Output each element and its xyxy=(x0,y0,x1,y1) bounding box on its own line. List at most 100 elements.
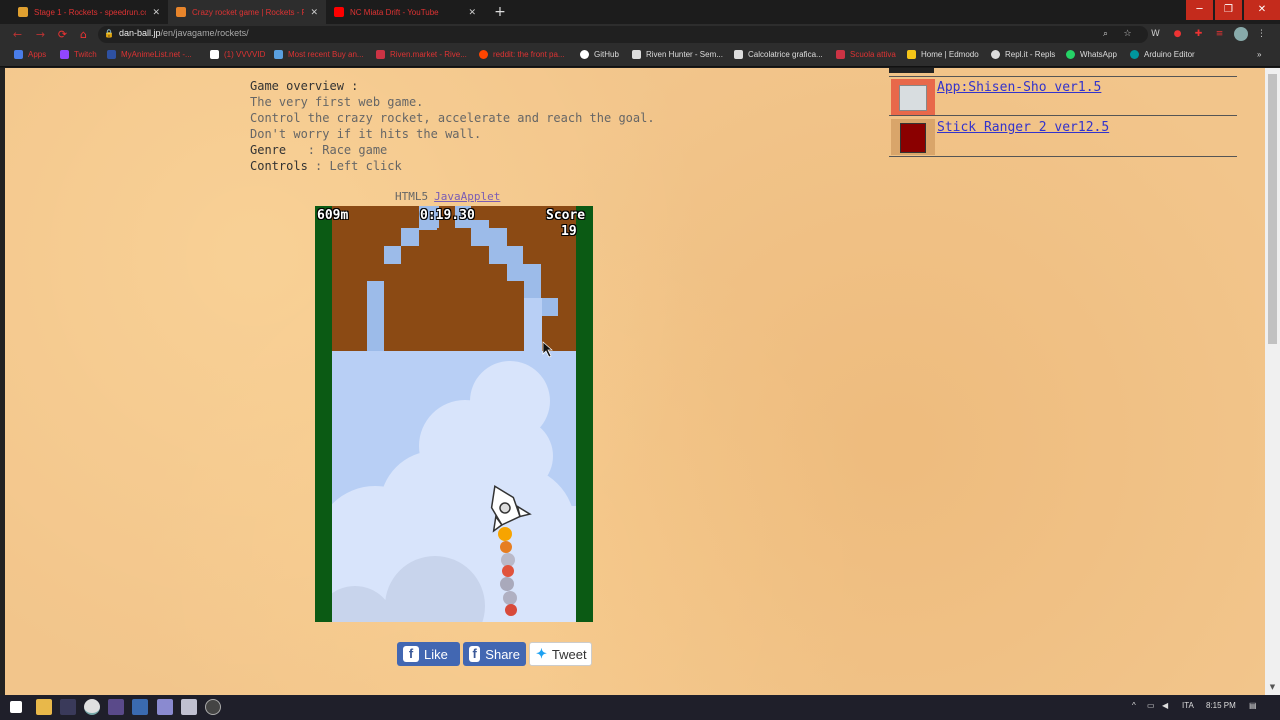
bookmark-scuola[interactable]: Scuola attiva xyxy=(836,50,896,59)
more-bookmarks-icon[interactable]: » xyxy=(1257,50,1261,59)
bookmark-apps[interactable]: Apps xyxy=(14,50,46,59)
bookmark-whatsapp[interactable]: WhatsApp xyxy=(1066,50,1117,59)
twitter-icon: ✦ xyxy=(536,646,547,661)
zoom-icon[interactable]: ⌕ xyxy=(1100,29,1111,40)
game-overview: Game overview : The very first web game.… xyxy=(250,78,655,174)
tab-title: Crazy rocket game | Rockets - F xyxy=(192,7,305,17)
bookmark-arduino[interactable]: Arduino Editor xyxy=(1130,50,1195,59)
bookmark-buy[interactable]: Most recent Buy an... xyxy=(274,50,364,59)
notifications-icon[interactable]: ▤ xyxy=(1249,701,1257,710)
bookmark-replit[interactable]: Repl.it - Repls xyxy=(991,50,1055,59)
bookmark-label: Home | Edmodo xyxy=(921,50,979,59)
overview-line: Don't worry if it hits the wall. xyxy=(250,127,482,141)
notepad-icon[interactable] xyxy=(181,699,197,715)
timer-readout: 0:19.30 xyxy=(420,208,475,223)
windows-start-icon[interactable] xyxy=(10,701,22,713)
reload-icon[interactable]: ⟳ xyxy=(55,27,70,42)
bookmark-myanimelist[interactable]: MyAnimeList.net -... xyxy=(107,50,192,59)
star-icon[interactable]: ☆ xyxy=(1122,29,1133,40)
browser-tab-strip: Stage 1 - Rockets - speedrun.co ✕ Crazy … xyxy=(0,0,1280,24)
file-explorer-icon[interactable] xyxy=(36,699,52,715)
tab-youtube[interactable]: NC Miata Drift - YouTube ✕ xyxy=(326,0,484,24)
sidebar-item-shisen-sho[interactable]: App:Shisen-Sho ver1.5 xyxy=(889,76,1237,116)
tab-rockets[interactable]: Crazy rocket game | Rockets - F ✕ xyxy=(168,0,326,24)
tile-icon xyxy=(899,85,927,111)
bookmark-label: Apps xyxy=(28,50,47,59)
address-bar[interactable]: 🔒 dan-ball.jp/en/javagame/rockets/ ⌕ ☆ xyxy=(98,26,1148,43)
facebook-icon: f xyxy=(403,646,419,662)
game-scene xyxy=(315,206,593,622)
tray-chevron-icon[interactable]: ^ xyxy=(1132,701,1136,710)
clock-app-icon[interactable] xyxy=(205,699,221,715)
restore-button[interactable]: ❐ xyxy=(1215,0,1242,20)
facebook-like-button[interactable]: f Like xyxy=(397,642,460,666)
close-icon[interactable]: ✕ xyxy=(468,7,476,18)
sidebar-item-stick-ranger[interactable]: Stick Ranger 2 ver12.5 xyxy=(889,117,1237,157)
tab-title: NC Miata Drift - YouTube xyxy=(350,7,439,17)
bookmark-label: WhatsApp xyxy=(1080,50,1117,59)
arduino-icon xyxy=(1130,50,1139,59)
edmodo-icon xyxy=(907,50,916,59)
bookmark-edmodo[interactable]: Home | Edmodo xyxy=(907,50,979,59)
graph-icon xyxy=(734,50,743,59)
avatar[interactable] xyxy=(1234,27,1248,41)
gap-left xyxy=(367,298,384,351)
home-icon[interactable]: ⌂ xyxy=(76,27,91,42)
page-edge xyxy=(0,68,5,695)
forward-icon[interactable]: → xyxy=(33,27,48,42)
close-icon[interactable]: ✕ xyxy=(310,7,318,18)
bookmark-label: Twitch xyxy=(74,50,97,59)
game-canvas[interactable]: 609m 0:19.30 Score 19 xyxy=(315,206,593,622)
app-icon[interactable] xyxy=(132,699,148,715)
java-applet-link[interactable]: JavaApplet xyxy=(434,190,500,203)
right-wall xyxy=(576,206,593,622)
sidebar-item-link[interactable]: Stick Ranger 2 ver12.5 xyxy=(937,120,1109,135)
bookmark-riven-market[interactable]: Riven.market - Rive... xyxy=(376,50,467,59)
bookmark-riven-hunter[interactable]: Riven Hunter - Sem... xyxy=(632,50,723,59)
volume-icon[interactable]: ◀ xyxy=(1162,701,1168,710)
facebook-share-button[interactable]: f Share xyxy=(463,642,526,666)
menu-icon[interactable]: ⋮ xyxy=(1256,29,1267,40)
bookmark-reddit[interactable]: reddit: the front pa... xyxy=(479,50,565,59)
language-indicator[interactable]: ITA xyxy=(1182,701,1194,710)
tab-speedrun[interactable]: Stage 1 - Rockets - speedrun.co ✕ xyxy=(10,0,168,24)
clock[interactable]: 8:15 PM xyxy=(1206,701,1236,710)
back-icon[interactable]: ← xyxy=(10,27,25,42)
riven-icon xyxy=(376,50,385,59)
network-icon[interactable]: ▭ xyxy=(1147,701,1155,710)
lock-icon: 🔒 xyxy=(104,29,114,38)
bookmark-github[interactable]: GitHub xyxy=(580,50,619,59)
scrollbar-thumb[interactable] xyxy=(1268,74,1277,344)
sidebar-item-link[interactable]: App:Shisen-Sho ver1.5 xyxy=(937,80,1101,95)
close-window-button[interactable]: ✕ xyxy=(1244,0,1280,20)
bookmark-vvvvid[interactable]: (1) VVVVID xyxy=(210,50,265,59)
like-label: Like xyxy=(424,646,448,662)
close-icon[interactable]: ✕ xyxy=(152,7,160,18)
new-tab-button[interactable]: + xyxy=(492,4,508,20)
gap-right xyxy=(524,298,542,351)
extension-icon[interactable]: ● xyxy=(1172,29,1183,40)
facebook-icon: f xyxy=(469,646,481,662)
page-scrollbar[interactable]: ▼ xyxy=(1265,68,1280,695)
url-text[interactable]: dan-ball.jp/en/javagame/rockets/ xyxy=(119,28,249,38)
game-icon xyxy=(176,7,186,17)
distance-readout: 609m xyxy=(317,208,349,223)
app-icon[interactable] xyxy=(108,699,124,715)
puzzle-icon[interactable]: ✚ xyxy=(1193,29,1204,40)
bookmark-twitch[interactable]: Twitch xyxy=(60,50,97,59)
bookmark-label: Calcolatrice grafica... xyxy=(748,50,823,59)
bookmark-calcolatrice[interactable]: Calcolatrice grafica... xyxy=(734,50,823,59)
tweet-button[interactable]: ✦ Tweet xyxy=(529,642,592,666)
minimize-button[interactable]: ─ xyxy=(1186,0,1213,20)
app-icon[interactable] xyxy=(157,699,173,715)
game-version-selector: HTML5 JavaApplet xyxy=(395,190,500,203)
star-burst-icon xyxy=(632,50,641,59)
tab-title: Stage 1 - Rockets - speedrun.co xyxy=(34,7,147,17)
playlist-icon[interactable]: ≡ xyxy=(1214,29,1225,40)
scroll-down-icon[interactable]: ▼ xyxy=(1265,683,1280,695)
chrome-icon[interactable] xyxy=(84,699,100,715)
genre-value: : Race game xyxy=(286,143,388,157)
mal-icon xyxy=(107,50,116,59)
terminal-icon[interactable] xyxy=(60,699,76,715)
extension-w-icon[interactable]: W xyxy=(1150,29,1161,40)
